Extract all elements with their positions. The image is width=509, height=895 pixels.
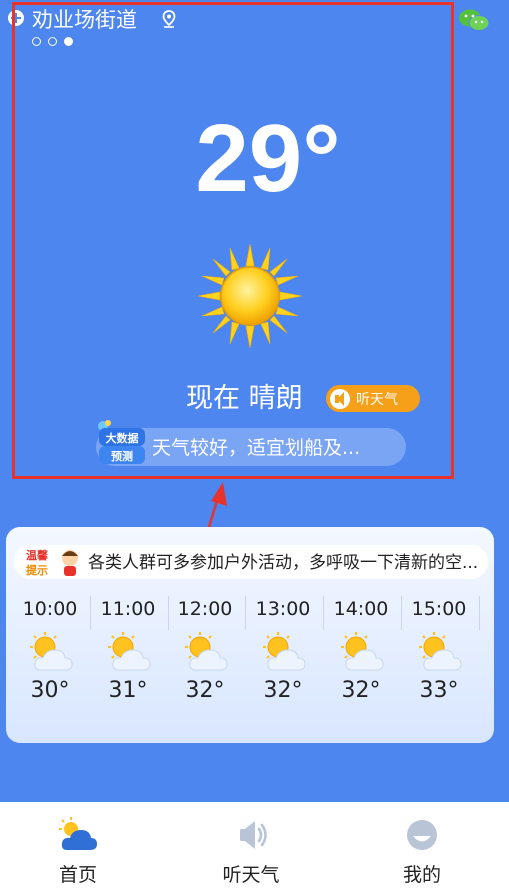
- sun-cloud-icon: [263, 632, 306, 671]
- tab-mine-label: 我的: [402, 864, 441, 886]
- hour-time: 11:00: [100, 598, 156, 620]
- hourly-item: 15:00 33°: [401, 596, 477, 722]
- tab-listen-weather-label: 听天气: [222, 864, 280, 886]
- hour-divider: [479, 596, 480, 630]
- hour-temperature: 32°: [263, 678, 303, 703]
- tab-home[interactable]: 首页: [28, 816, 128, 888]
- hour-time: 13:00: [255, 598, 311, 620]
- warm-tip-line-2: 提示: [26, 563, 48, 577]
- hour-time: 14:00: [333, 598, 389, 620]
- warm-tip-text: 各类人群可多参加户外活动，多呼吸一下清新的空...: [88, 553, 479, 573]
- forecast-tip-text: 天气较好，适宜划船及...: [152, 437, 361, 459]
- hour-time: 15:00: [411, 598, 467, 620]
- bigdata-forecast-badge: 大数据 预测: [98, 420, 145, 464]
- current-temperature: 29°: [195, 105, 341, 212]
- listen-weather-button[interactable]: 听天气: [326, 385, 420, 412]
- warm-tip-badge: 温馨 提示: [26, 548, 78, 577]
- sun-cloud-icon: [108, 632, 151, 671]
- profile-icon: [407, 820, 437, 850]
- wechat-share-icon[interactable]: [458, 8, 490, 32]
- hourly-item: 13:00 32°: [245, 596, 321, 722]
- warm-tip-line-1: 温馨: [26, 548, 49, 562]
- sun-cloud-icon: [185, 632, 228, 671]
- badge-line-2: 预测: [111, 449, 133, 463]
- tab-mine[interactable]: 我的: [372, 816, 472, 888]
- hour-temperature: 33°: [419, 678, 459, 703]
- speaker-icon: [240, 821, 267, 849]
- home-weather-icon: [59, 817, 97, 850]
- tab-listen-weather[interactable]: 听天气: [201, 816, 301, 888]
- speaker-icon: [330, 388, 350, 409]
- badge-line-1: 大数据: [106, 431, 139, 445]
- hour-temperature: 31°: [108, 678, 148, 703]
- hour-temperature: 32°: [185, 678, 225, 703]
- hourly-item: 12:00 32°: [167, 596, 243, 722]
- sun-cloud-icon: [419, 632, 462, 671]
- hourly-item: 14:00 32°: [323, 596, 399, 722]
- tab-home-label: 首页: [58, 864, 97, 886]
- sun-cloud-icon: [341, 632, 384, 671]
- hour-time: 10:00: [22, 598, 78, 620]
- hour-time: 12:00: [177, 598, 233, 620]
- sun-cloud-icon: [30, 632, 73, 671]
- current-status: 现在 晴朗: [186, 383, 303, 414]
- sunny-icon: [198, 244, 302, 348]
- hour-temperature: 30°: [30, 678, 70, 703]
- hourly-item: 10:00 30°: [12, 596, 88, 722]
- hourly-item: 11:00 31°: [90, 596, 166, 722]
- hour-temperature: 32°: [341, 678, 381, 703]
- listen-weather-label: 听天气: [356, 391, 398, 408]
